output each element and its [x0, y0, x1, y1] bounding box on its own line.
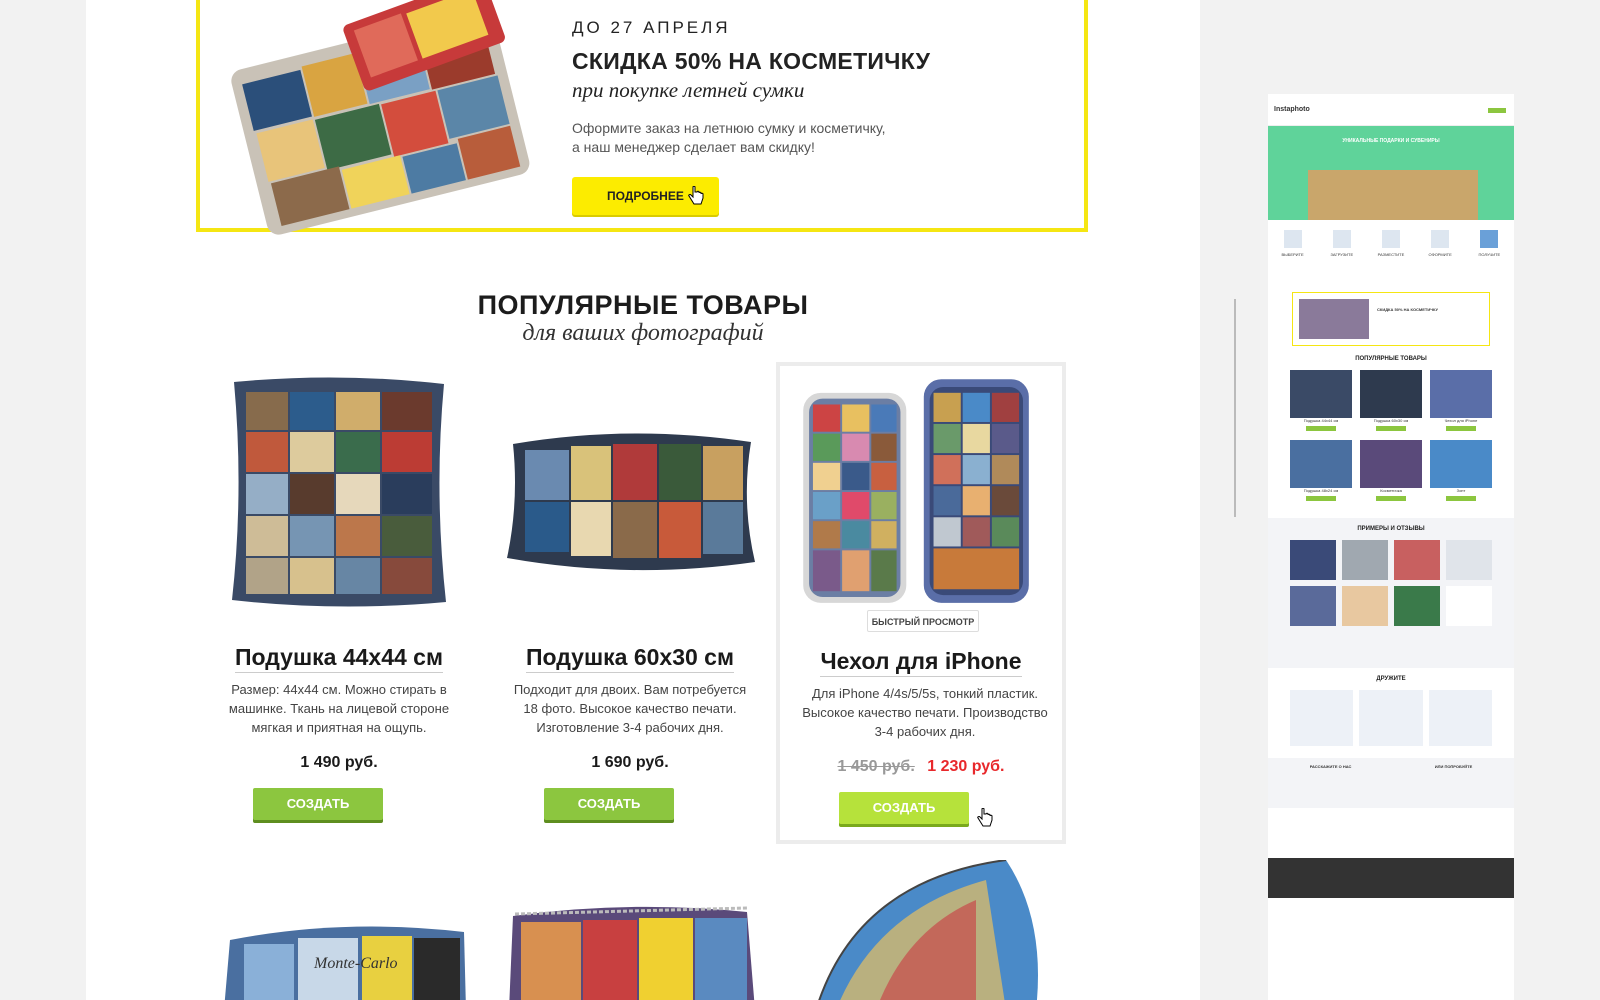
preview-header-button [1488, 108, 1506, 113]
product-name-text[interactable]: Подушка 60х30 см [526, 644, 734, 673]
preview-header: Instaphoto [1268, 94, 1514, 126]
preview-product: Чехол для iPhone [1430, 370, 1492, 434]
preview-footer-info [1268, 808, 1514, 858]
preview-product: Подушка 44х44 см [1290, 370, 1352, 434]
promo-text-block: ДО 27 АПРЕЛЯ СКИДКА 50% НА КОСМЕТИЧКУ пр… [572, 18, 1052, 215]
product-name[interactable]: Чехол для iPhone [780, 648, 1062, 677]
promo-date: ДО 27 АПРЕЛЯ [572, 18, 731, 37]
product-name[interactable]: Подушка 60х30 см [485, 644, 775, 673]
preview-hero: УНИКАЛЬНЫЕ ПОДАРКИ И СУВЕНИРЫ [1268, 126, 1514, 220]
preview-step: ПОЛУЧИТЕ [1472, 230, 1506, 280]
monte-carlo-label: Monte-Carlo [313, 955, 398, 972]
product-card-cosmetic-bag [485, 860, 775, 1000]
preview-product: Зонт [1430, 440, 1492, 504]
preview-step: ЗАГРУЗИТЕ [1325, 230, 1359, 280]
promo-subtitle: при покупке летней сумки [572, 78, 805, 102]
preview-hero-products [1308, 170, 1478, 220]
product-card-umbrella [776, 860, 1066, 1000]
product-price: 1 490 руб. [300, 754, 378, 771]
preview-product: Подушка 60х30 см [1360, 370, 1422, 434]
main-page: ДО 27 АПРЕЛЯ СКИДКА 50% НА КОСМЕТИЧКУ пр… [86, 0, 1200, 1000]
preview-try-title: ИЛИ ПОПРОБУЙТЕ [1434, 764, 1473, 769]
create-button[interactable]: СОЗДАТЬ [544, 788, 674, 820]
promo-description-line1: Оформите заказ на летнюю сумку и космети… [572, 120, 886, 136]
product-description: Подходит для двоих. Вам потребуется 18 ф… [513, 682, 747, 735]
preview-hero-title: УНИКАЛЬНЫЕ ПОДАРКИ И СУВЕНИРЫ [1342, 138, 1440, 144]
create-button[interactable]: СОЗДАТЬ [253, 788, 383, 820]
promo-cosmetic-bag-image [231, 0, 530, 235]
product-description: Для iPhone 4/4s/5/5s, тонкий пластик. Вы… [802, 686, 1048, 739]
product-image-pillow-60 [507, 433, 755, 571]
product-name-text[interactable]: Подушка 44х44 см [235, 644, 443, 673]
preview-product: Косметичка [1360, 440, 1422, 504]
product-name[interactable]: Подушка 44х44 см [194, 644, 484, 673]
product-price: 1 450 руб. 1 230 руб. [780, 758, 1062, 776]
product-name-text[interactable]: Чехол для iPhone [820, 648, 1022, 677]
product-image-pillow-48: Monte-Carlo [224, 926, 466, 1000]
popular-products-title: ПОПУЛЯРНЫЕ ТОВАРЫ [477, 290, 809, 320]
preview-promo-title: СКИДКА 50% НА КОСМЕТИЧКУ [1377, 307, 1439, 312]
preview-steps: ВЫБЕРИТЕ ЗАГРУЗИТЕ РАЗМЕСТИТЕ ОФОРМИТЕ П… [1268, 220, 1514, 280]
promo-banner: ДО 27 АПРЕЛЯ СКИДКА 50% НА КОСМЕТИЧКУ пр… [196, 0, 1088, 235]
preview-friends: ДРУЖИТЕ [1268, 668, 1514, 758]
preview-scrollbar-thumb[interactable] [1234, 299, 1236, 517]
preview-logo: Instaphoto [1274, 106, 1310, 113]
product-old-price: 1 450 руб. [837, 758, 915, 775]
preview-share: РАССКАЖИТЕ О НАС ИЛИ ПОПРОБУЙТЕ [1268, 758, 1514, 808]
hand-cursor-icon [977, 808, 993, 827]
product-image-pillow-44 [232, 377, 446, 607]
product-image-iphone-case [803, 379, 1029, 603]
popular-products-subtitle: для ваших фотографий [522, 320, 764, 346]
preview-share-title: РАССКАЖИТЕ О НАС [1309, 764, 1352, 769]
product-description: Размер: 44х44 см. Можно стирать в машинк… [228, 682, 450, 735]
preview-footer [1268, 858, 1514, 898]
product-image-cosmetic-bag [509, 906, 755, 1000]
promo-description-line2: а наш менеджер сделает вам скидку! [572, 139, 815, 155]
quick-view-button[interactable]: БЫСТРЫЙ ПРОСМОТР [867, 610, 979, 632]
product-card-pillow-44: Подушка 44х44 см Размер: 44х44 см. Можно… [194, 362, 484, 844]
create-button[interactable]: СОЗДАТЬ [839, 792, 969, 824]
preview-reviews: ПРИМЕРЫ И ОТЗЫВЫ [1268, 518, 1514, 668]
preview-product-grid: Подушка 44х44 см Подушка 60х30 см Чехол … [1268, 362, 1514, 512]
product-card-pillow-60: Подушка 60х30 см Подходит для двоих. Вам… [485, 362, 775, 844]
product-card-iphone-case: БЫСТРЫЙ ПРОСМОТР Чехол для iPhone Для iP… [776, 362, 1066, 844]
product-image-umbrella [818, 860, 1038, 1000]
promo-title: СКИДКА 50% НА КОСМЕТИЧКУ [572, 48, 931, 74]
product-price: 1 690 руб. [591, 754, 669, 771]
preview-product: Подушка 48х24 см [1290, 440, 1352, 504]
product-sale-price: 1 230 руб. [927, 758, 1005, 775]
promo-description: Оформите заказ на летнюю сумку и космети… [572, 119, 902, 157]
preview-promo: СКИДКА 50% НА КОСМЕТИЧКУ [1292, 292, 1490, 346]
preview-step: ОФОРМИТЕ [1423, 230, 1457, 280]
hand-cursor-icon [688, 186, 704, 205]
product-card-pillow-48: Monte-Carlo [194, 860, 484, 1000]
preview-step: ВЫБЕРИТЕ [1276, 230, 1310, 280]
preview-step: РАЗМЕСТИТЕ [1374, 230, 1408, 280]
page-preview-thumbnail[interactable]: Instaphoto УНИКАЛЬНЫЕ ПОДАРКИ И СУВЕНИРЫ… [1268, 94, 1514, 1000]
